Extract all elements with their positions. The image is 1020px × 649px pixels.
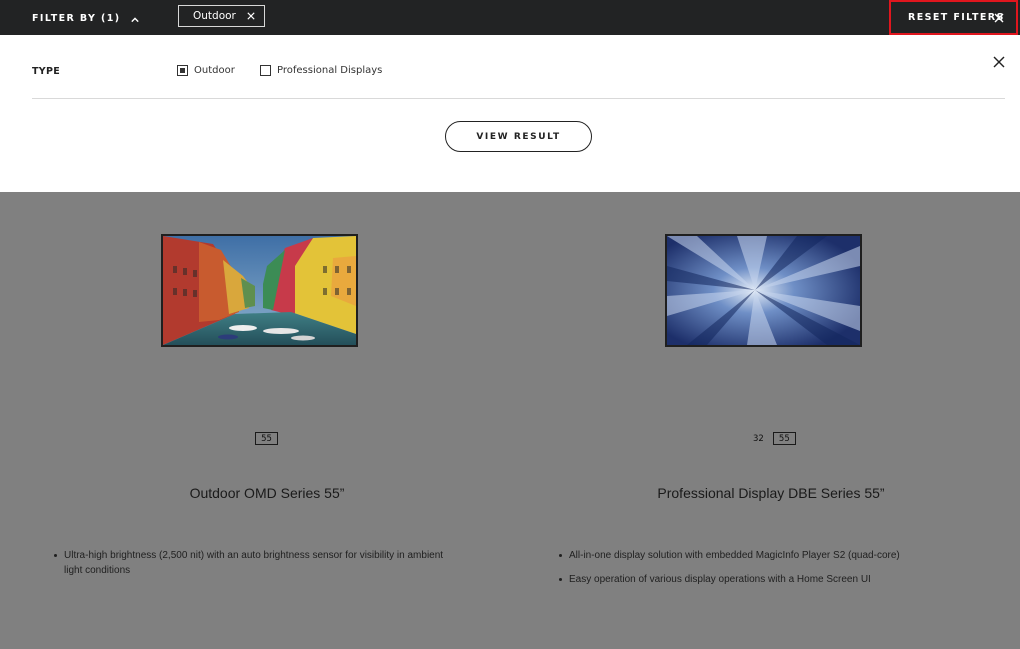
feature-list: All-in-one display solution with embedde… bbox=[559, 548, 969, 596]
product-card: 55 Outdoor OMD Series 55” Ultra-high bri… bbox=[0, 192, 510, 649]
active-filter-chip-label: Outdoor bbox=[193, 10, 236, 22]
size-options: 55 bbox=[255, 432, 278, 445]
product-card: 32 55 Professional Display DBE Series 55… bbox=[510, 192, 1020, 649]
filter-bar: FILTER BY (1) Outdoor RESET FILTERS bbox=[0, 0, 1020, 35]
size-options: 32 55 bbox=[753, 432, 796, 445]
venice-canal-image bbox=[163, 236, 356, 345]
product-name[interactable]: Professional Display DBE Series 55” bbox=[516, 485, 1020, 501]
size-option-32[interactable]: 32 bbox=[753, 434, 764, 444]
type-filter-heading: TYPE bbox=[32, 66, 61, 77]
active-filter-chip[interactable]: Outdoor bbox=[178, 5, 265, 27]
checkbox-unchecked[interactable] bbox=[260, 65, 271, 76]
filter-by-label: FILTER BY (1) bbox=[32, 12, 121, 24]
filter-by-toggle[interactable]: FILTER BY (1) bbox=[32, 11, 139, 25]
size-option-55[interactable]: 55 bbox=[255, 432, 278, 445]
filter-option-outdoor[interactable]: Outdoor bbox=[177, 65, 235, 76]
filter-option-professional-displays[interactable]: Professional Displays bbox=[260, 65, 382, 76]
filter-panel: TYPE Outdoor Professional Displays VIEW … bbox=[0, 35, 1020, 192]
chevron-up-icon bbox=[130, 17, 139, 23]
view-result-button[interactable]: VIEW RESULT bbox=[445, 121, 592, 152]
reset-filters-button[interactable]: RESET FILTERS bbox=[889, 0, 1018, 35]
abstract-blue-image bbox=[667, 236, 860, 345]
remove-filter-icon[interactable] bbox=[247, 12, 255, 20]
product-name[interactable]: Outdoor OMD Series 55” bbox=[12, 485, 522, 501]
reset-filters-label: RESET FILTERS bbox=[908, 12, 1005, 23]
feature-list: Ultra-high brightness (2,500 nit) with a… bbox=[54, 548, 464, 587]
product-image[interactable] bbox=[161, 234, 358, 347]
divider bbox=[32, 98, 1005, 99]
feature-item: Ultra-high brightness (2,500 nit) with a… bbox=[54, 548, 464, 578]
close-icon[interactable] bbox=[993, 56, 1005, 68]
checkbox-checked[interactable] bbox=[177, 65, 188, 76]
product-image[interactable] bbox=[665, 234, 862, 347]
filter-option-label: Outdoor bbox=[194, 65, 235, 76]
filter-option-label: Professional Displays bbox=[277, 65, 383, 76]
feature-item: Easy operation of various display operat… bbox=[559, 572, 969, 587]
close-icon bbox=[994, 13, 1004, 23]
size-option-55[interactable]: 55 bbox=[772, 432, 796, 445]
feature-item: All-in-one display solution with embedde… bbox=[559, 548, 969, 563]
